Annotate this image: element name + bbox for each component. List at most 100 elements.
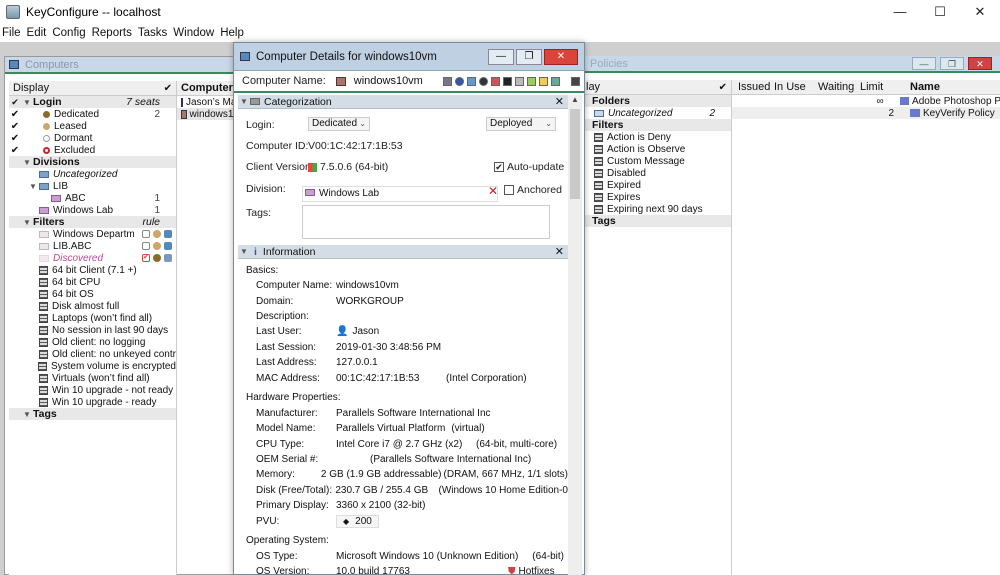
user-icon[interactable] [479,76,488,86]
collapse-triangle-icon[interactable]: ▼ [27,182,39,191]
filters-section[interactable]: ▼ Filters rule [9,216,176,228]
menu-tasks[interactable]: Tasks [138,27,167,39]
auto-update-checkbox[interactable]: ✔ Auto-update [494,161,564,173]
close-button[interactable]: ✕ [968,57,992,70]
details-scrollbar[interactable]: ▲ [568,95,582,575]
checkbox-icon[interactable] [142,242,150,250]
policies-display-header[interactable]: lay ✔ [584,80,731,95]
check-icon[interactable]: ✔ [9,109,21,120]
minimize-button[interactable]: — [488,48,514,65]
computers-window-titlebar[interactable]: Computers [5,57,239,74]
filter-item[interactable]: Old client: no unkeyed contr [9,348,176,360]
policy-filter-item[interactable]: Disabled [584,167,731,179]
pvu-field[interactable]: ◆ 200 [336,514,379,528]
check-icon[interactable]: ✔ [9,145,21,156]
monitor-icon[interactable] [515,76,524,86]
login-item-dormant[interactable]: ✔ Dormant [9,132,176,144]
login-item-excluded[interactable]: ✔ Excluded [9,144,176,156]
divisions-section[interactable]: ▼ Divisions [9,156,176,168]
close-button[interactable]: ✕ [960,0,1000,24]
policy-filter-item[interactable]: Custom Message [584,155,731,167]
filter-item[interactable]: Win 10 upgrade - not ready [9,384,176,396]
collapse-triangle-icon[interactable]: ▼ [21,218,33,227]
scroll-up-icon[interactable]: ▲ [568,95,582,107]
info-icon[interactable] [455,76,464,86]
filter-item[interactable]: Disk almost full [9,300,176,312]
column-name[interactable]: Name [910,81,940,93]
grid-icon[interactable] [443,76,452,86]
filter-item-named[interactable]: Discovered ✔ [9,252,176,264]
filter-item[interactable]: 64 bit Client (7.1 +) [9,264,176,276]
collapse-triangle-icon[interactable]: ▼ [238,97,250,106]
filter-item[interactable]: Win 10 upgrade - ready [9,396,176,408]
policy-filter-item[interactable]: Expired [584,179,731,191]
close-icon[interactable]: ✕ [555,95,564,108]
computer-header[interactable]: Computer [177,81,239,96]
filter-item[interactable]: No session in last 90 days [9,324,176,336]
division-field[interactable]: Windows Lab [302,186,498,202]
menu-config[interactable]: Config [52,27,85,39]
collapse-triangle-icon[interactable]: ▼ [238,247,250,256]
menu-reports[interactable]: Reports [92,27,132,39]
checkbox-icon[interactable] [142,230,150,238]
close-button[interactable]: ✕ [544,48,578,65]
categorization-header[interactable]: ▼ Categorization ✕ [238,95,568,109]
checkbox-icon[interactable] [504,185,514,196]
collapse-triangle-icon[interactable]: ▼ [21,410,33,419]
policy-filter-item[interactable]: Action is Deny [584,131,731,143]
barcode-icon[interactable] [503,76,512,86]
login-section[interactable]: ✔ ▼ Login 7 seats [9,96,176,108]
anchored-checkbox[interactable]: Anchored [504,184,562,196]
filter-item-named[interactable]: Windows Departm [9,228,176,240]
folders-section[interactable]: Folders [584,95,731,107]
collapse-triangle-icon[interactable]: ▼ [21,158,33,167]
check-icon[interactable]: ✔ [9,133,21,144]
division-item-windows-lab[interactable]: Windows Lab 1 [9,204,176,216]
filter-item[interactable]: Virtuals (won’t find all) [9,372,176,384]
login-item-dedicated[interactable]: ✔ Dedicated 2 [9,108,176,120]
filter-item[interactable]: System volume is encrypted [9,360,176,372]
policy-filter-item[interactable]: Expiring next 90 days [584,203,731,215]
tags-input[interactable] [302,205,550,239]
policy-filter-item[interactable]: Expires [584,191,731,203]
hotfixes-label[interactable]: Hotfixes [519,566,555,575]
note-icon[interactable] [539,76,548,86]
clear-division-icon[interactable]: ✕ [488,184,498,198]
division-item-abc[interactable]: ABC 1 [9,192,176,204]
scroll-thumb[interactable] [570,109,580,199]
policy-row[interactable]: ∞ Adobe Photoshop P [732,95,1000,107]
policy-filters-section[interactable]: Filters [584,119,731,131]
export-icon[interactable] [551,76,560,86]
minimize-button[interactable]: — [912,57,936,70]
deploy-select[interactable]: Deployed ⌄ [486,117,556,131]
filter-item[interactable]: Old client: no logging [9,336,176,348]
check-icon[interactable]: ✔ [9,121,21,132]
chat-icon[interactable] [527,76,536,86]
division-item-lib[interactable]: ▼ LIB [9,180,176,192]
filter-item[interactable]: 64 bit OS [9,288,176,300]
minimize-button[interactable]: — [880,0,920,24]
shield-icon[interactable] [491,76,500,86]
column-issued[interactable]: Issued [732,81,774,93]
display-header[interactable]: Display ✔ [9,81,176,96]
filter-item-named[interactable]: LIB.ABC [9,240,176,252]
restore-button[interactable]: ❐ [516,48,542,65]
checked-box-icon[interactable]: ✔ [494,162,504,173]
restore-button[interactable]: ❐ [940,57,964,70]
list-icon[interactable] [571,76,580,86]
check-all-icon[interactable]: ✔ [9,97,21,108]
close-icon[interactable]: ✕ [555,245,564,258]
folder-item-uncategorized[interactable]: Uncategorized 2 [584,107,731,119]
column-limit[interactable]: Limit [860,81,910,93]
collapse-triangle-icon[interactable]: ▼ [21,98,33,107]
menu-file[interactable]: File [2,27,21,39]
computer-row[interactable]: Jason’s Mac [177,96,239,108]
division-item-uncategorized[interactable]: Uncategorized [9,168,176,180]
tags-section[interactable]: ▼ Tags [9,408,176,420]
filter-item[interactable]: 64 bit CPU [9,276,176,288]
network-icon[interactable] [467,76,476,86]
details-titlebar[interactable]: Computer Details for windows10vm — ❐ ✕ [234,43,584,71]
menu-edit[interactable]: Edit [27,27,47,39]
policy-row[interactable]: 2 KeyVerify Policy [732,107,1000,119]
checked-box-icon[interactable]: ✔ [142,254,150,262]
